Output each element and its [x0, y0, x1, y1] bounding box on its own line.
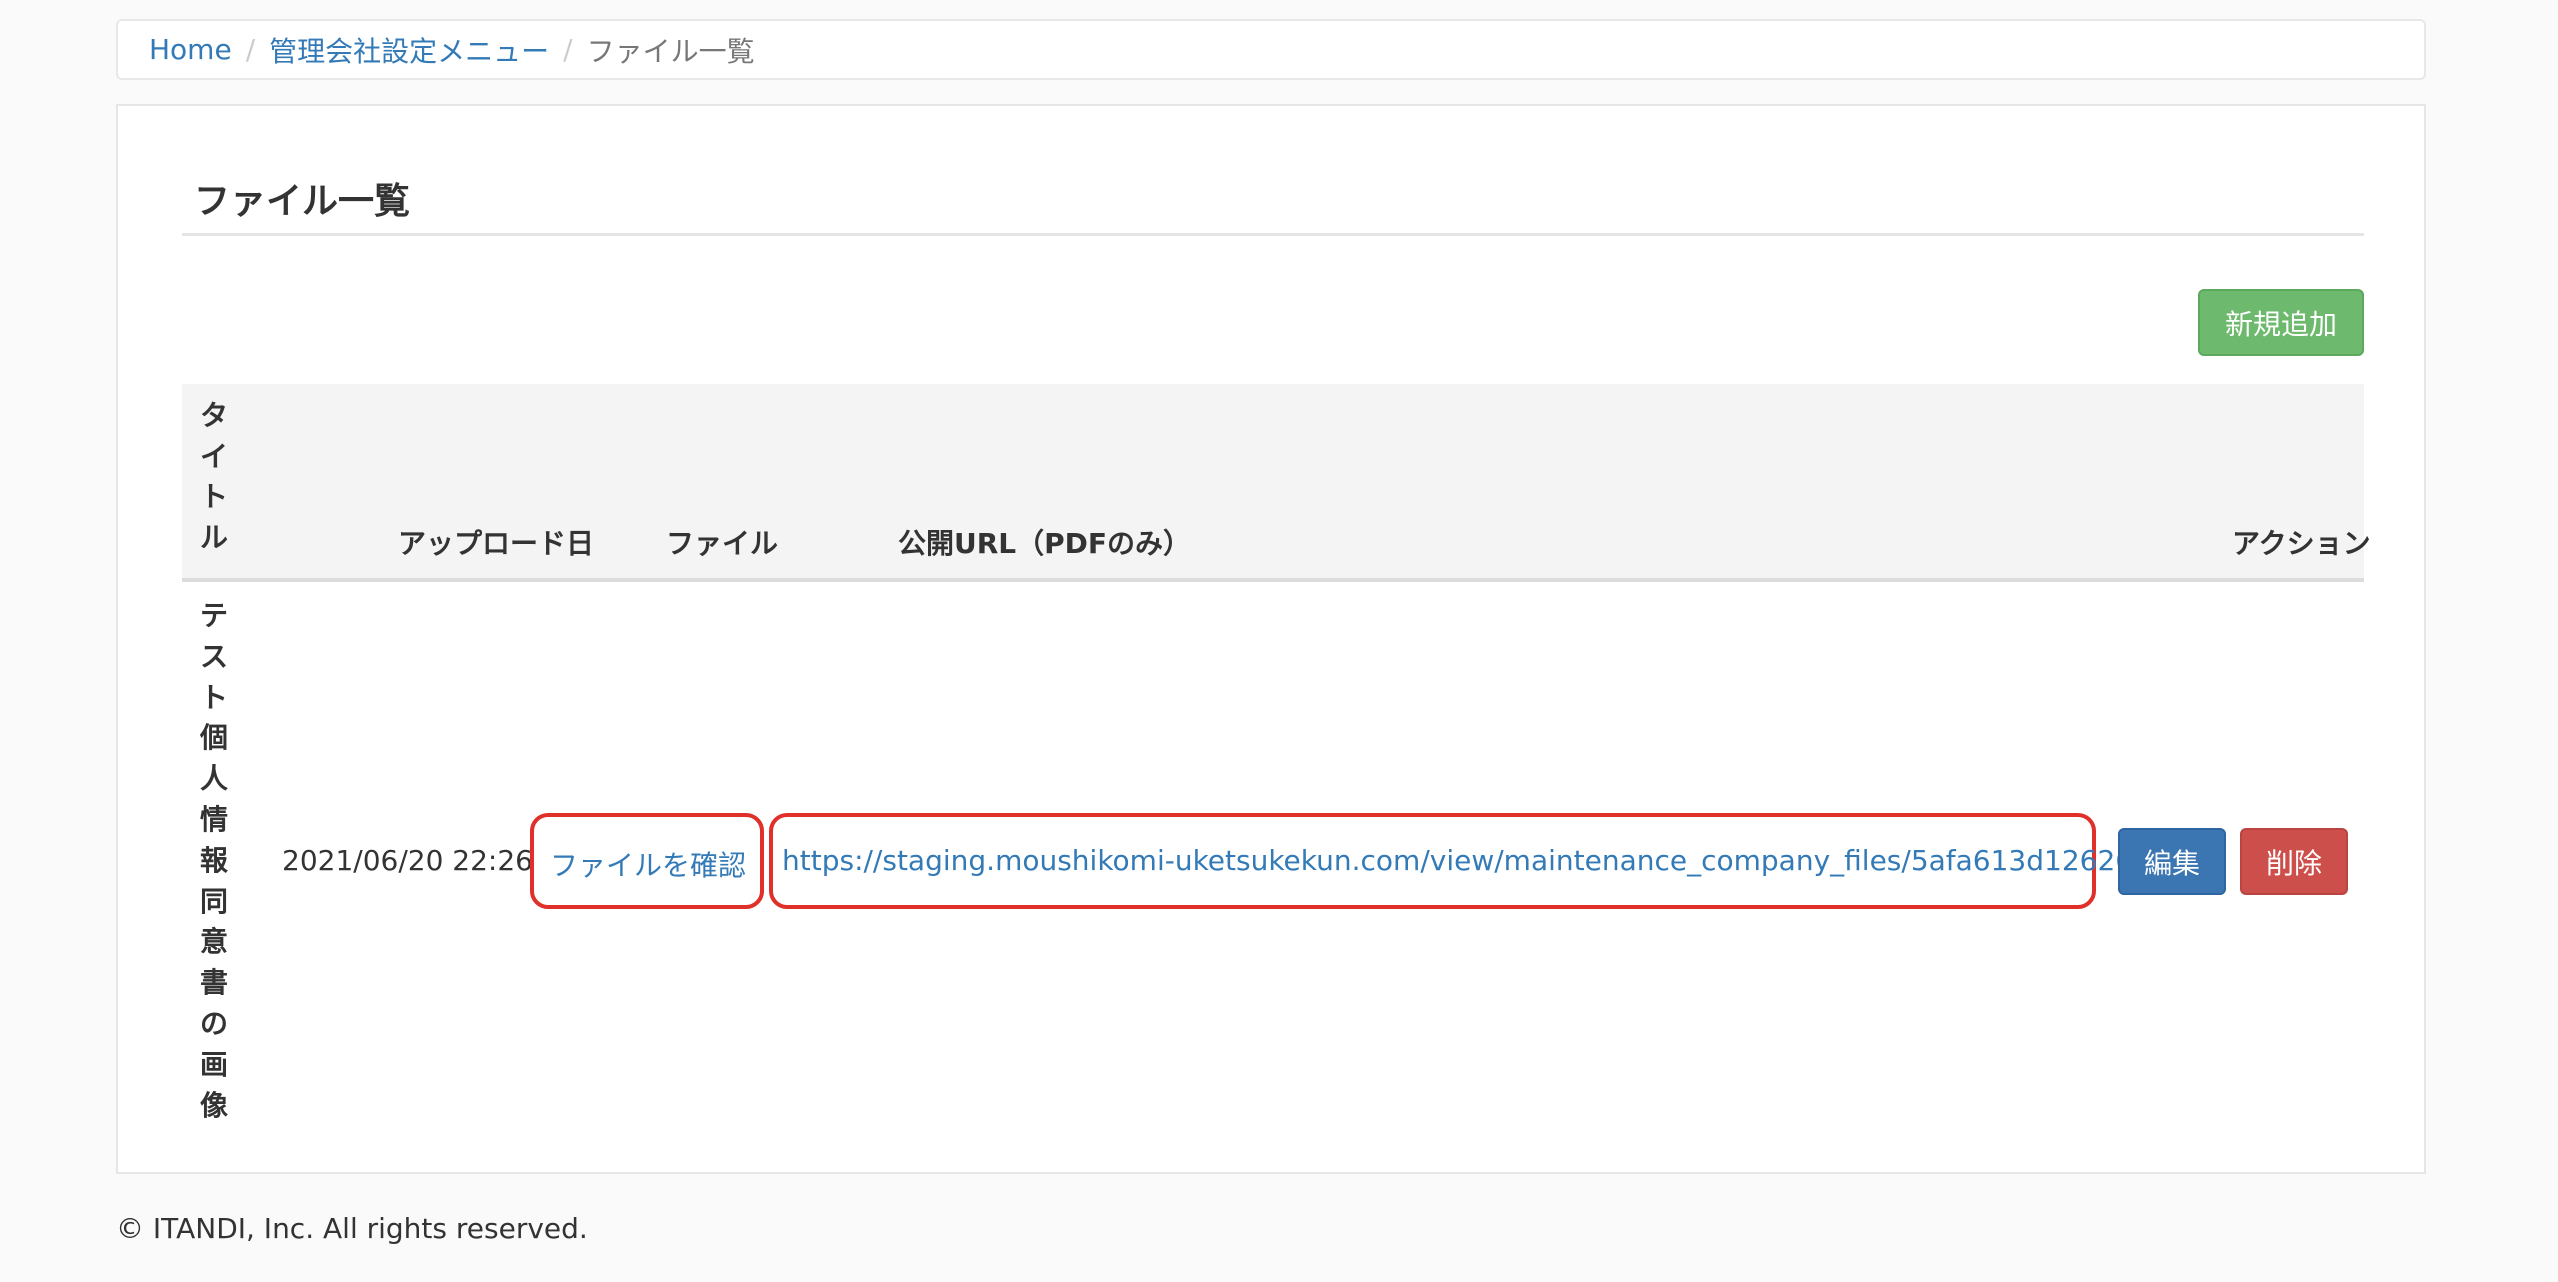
delete-button[interactable]: 削除 [2240, 828, 2348, 895]
row-title-char: 同 [199, 884, 228, 918]
file-list-panel: ファイル一覧 新規追加 タイトル アップロード日 ファイル 公開URL（PDFの… [116, 104, 2426, 1174]
add-new-button[interactable]: 新規追加 [2198, 289, 2364, 356]
view-file-link[interactable]: ファイルを確認 [550, 844, 746, 884]
row-title-char: 像 [199, 1088, 228, 1122]
row-title-char: 人 [199, 762, 228, 796]
row-title-char: ト [199, 680, 228, 714]
column-header-title-char: タ [199, 399, 228, 432]
column-header-action: アクション [2232, 527, 2371, 560]
title-divider [182, 233, 2364, 236]
column-header-title-char: ト [199, 480, 228, 513]
column-header-file: ファイル [666, 527, 779, 560]
column-header-upload-date: アップロード日 [398, 527, 595, 560]
breadcrumb-menu-link[interactable]: 管理会社設定メニュー [269, 30, 549, 70]
upload-date-cell: 2021/06/20 22:26 [282, 844, 533, 877]
row-title-char: ス [199, 639, 228, 673]
row-title-char: テ [199, 599, 228, 632]
row-title-char: の [199, 1006, 228, 1040]
edit-button[interactable]: 編集 [2118, 828, 2226, 895]
table-header: タイトル アップロード日 ファイル 公開URL（PDFのみ） アクション [182, 384, 2371, 582]
breadcrumb-home-link[interactable]: Home [149, 33, 232, 66]
column-header-title: タイトル [194, 396, 234, 558]
breadcrumb: Home / 管理会社設定メニュー / ファイル一覧 [116, 19, 2426, 80]
public-url-link[interactable]: https://staging.moushikomi-uketsukekun.c… [782, 844, 2185, 877]
table-row-title: テスト個人情報同意書の画像 [194, 596, 234, 1126]
row-title-char: 書 [199, 966, 228, 1000]
breadcrumb-separator: / [245, 33, 256, 66]
breadcrumb-separator: / [563, 33, 573, 66]
row-title-char: 情 [199, 802, 228, 836]
row-title-char: 意 [199, 925, 228, 959]
row-title-char: 報 [199, 843, 228, 877]
breadcrumb-current: ファイル一覧 [586, 34, 755, 68]
column-header-public-url: 公開URL（PDFのみ） [898, 527, 1192, 560]
page-title: ファイル一覧 [194, 181, 411, 222]
column-header-title-char: ル [199, 520, 228, 554]
column-header-title-char: イ [199, 439, 228, 473]
row-title-char: 個 [199, 721, 228, 755]
row-title-char: 画 [199, 1047, 228, 1081]
footer-copyright: © ITANDI, Inc. All rights reserved. [116, 1212, 588, 1245]
